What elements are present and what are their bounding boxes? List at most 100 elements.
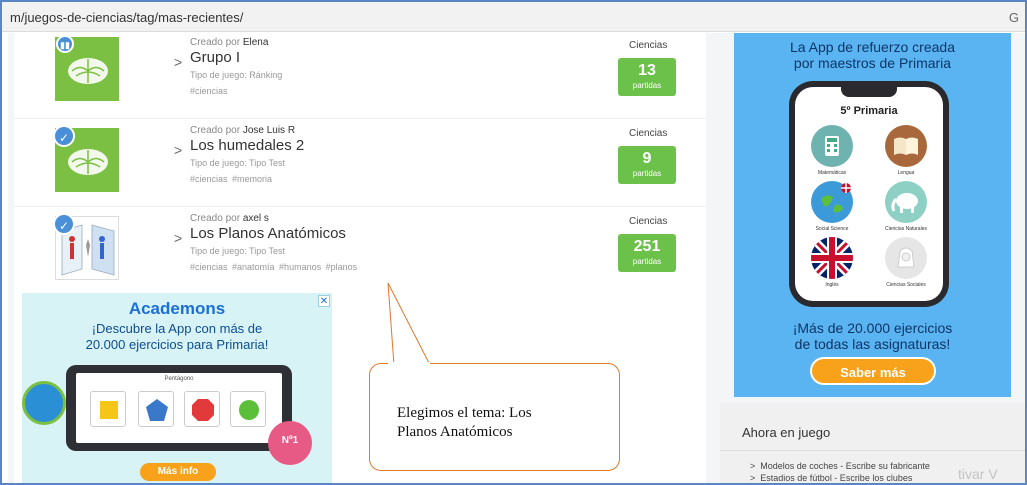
subject-social-science: Social Science bbox=[795, 181, 869, 232]
plays-label: partidas bbox=[632, 169, 662, 178]
chevron-right-icon: > bbox=[174, 142, 183, 158]
callout-pointer bbox=[387, 282, 431, 365]
ad-headline-line1: ¡Descubre la App con más de bbox=[91, 321, 263, 336]
plays-count: 251 bbox=[633, 238, 661, 255]
ad-headline-line2: 20.000 ejercicios para Primaria! bbox=[85, 337, 269, 352]
now-playing-item[interactable]: > Modelos de coches - Escribe su fabrica… bbox=[750, 461, 930, 471]
callout-text: Elegimos el tema: Los Planos Anatómicos bbox=[397, 404, 607, 442]
plays-label: partidas bbox=[632, 81, 662, 90]
callout-joint bbox=[388, 362, 430, 365]
globe-icon bbox=[811, 181, 853, 223]
url-text[interactable]: m/juegos-de-ciencias/tag/mas-recientes/ bbox=[10, 10, 243, 25]
app-ad-title: La App de refuerzo creada por maestros d… bbox=[734, 39, 1011, 71]
games-list: ▮▮ Creado por Elena > Grupo I Tipo de ju… bbox=[14, 33, 706, 483]
ranking-icon: ▮▮ bbox=[56, 35, 74, 53]
game-type: Tipo de juego: Tipo Test bbox=[190, 246, 286, 256]
chevron-right-icon: > bbox=[174, 54, 183, 70]
more-info-button[interactable]: Más info bbox=[140, 463, 216, 481]
now-playing-item-label[interactable]: Estadios de fútbol - Escribe los clubes bbox=[760, 473, 912, 483]
screenshot-frame: m/juegos-de-ciencias/tag/mas-recientes/ … bbox=[0, 0, 1027, 485]
game-category: Ciencias bbox=[629, 128, 668, 139]
phone-notch bbox=[841, 87, 897, 97]
subject-lengua: Lengua bbox=[869, 125, 943, 176]
browser-google-icon[interactable]: G bbox=[1009, 10, 1019, 25]
app-ad-title-line2: por maestros de Primaria bbox=[793, 55, 952, 71]
plays-label: partidas bbox=[632, 257, 662, 266]
tablet-illustration: Pentágono bbox=[66, 365, 292, 451]
game-meta: Creado por Elena > Grupo I Tipo de juego… bbox=[174, 37, 283, 96]
callout-box: Elegimos el tema: Los Planos Anatómicos bbox=[369, 363, 620, 471]
created-label: Creado por bbox=[190, 37, 241, 48]
activate-windows-watermark: tivar V bbox=[958, 466, 998, 482]
plays-count: 13 bbox=[638, 62, 656, 79]
divider bbox=[720, 450, 1025, 451]
elephant-icon bbox=[885, 181, 927, 223]
academons-ad[interactable]: ✕ Academons ¡Descubre la App con más de … bbox=[22, 293, 332, 483]
game-category: Ciencias bbox=[629, 40, 668, 51]
page: ▮▮ Creado por Elena > Grupo I Tipo de ju… bbox=[8, 33, 1025, 483]
circle-shape-icon bbox=[230, 391, 266, 427]
uk-flag-icon bbox=[811, 237, 853, 279]
game-tags[interactable]: #ciencias bbox=[190, 86, 282, 96]
game-thumbnail[interactable]: ✓ bbox=[53, 125, 119, 192]
author-name[interactable]: Elena bbox=[243, 37, 269, 48]
game-row[interactable]: ✓ Creado por Jose Luis R > Los humedales… bbox=[14, 121, 706, 207]
ad-headline: ¡Descubre la App con más de 20.000 ejerc… bbox=[22, 321, 332, 353]
subject-label: Ciencias Sociales bbox=[886, 282, 926, 288]
game-title[interactable]: Grupo I bbox=[190, 49, 282, 66]
learn-more-button[interactable]: Saber más bbox=[810, 357, 936, 385]
phone-screen: 5º Primaria Matemáticas Lengua Social Sc… bbox=[795, 87, 943, 301]
subject-label: Matemáticas bbox=[817, 170, 847, 176]
game-type: Tipo de juego: Ránking bbox=[190, 70, 283, 80]
plays-badge: 13 partidas bbox=[618, 58, 676, 96]
grade-label: 5º Primaria bbox=[840, 105, 898, 117]
subject-label: Lengua bbox=[897, 170, 915, 176]
address-bar[interactable]: m/juegos-de-ciencias/tag/mas-recientes/ … bbox=[2, 2, 1025, 32]
chevron-right-icon: > bbox=[174, 230, 183, 246]
tablet-screen: Pentágono bbox=[76, 373, 282, 443]
now-playing-title: Ahora en juego bbox=[742, 425, 831, 440]
subject-social-sciences: Ciencias Sociales bbox=[869, 237, 943, 288]
globe-icon bbox=[22, 381, 66, 425]
app-ad-subtitle-line1: ¡Más de 20.000 ejercicios bbox=[792, 320, 953, 336]
now-playing-item-label[interactable]: Modelos de coches - Escribe su fabricant… bbox=[760, 461, 930, 471]
game-tags[interactable]: #ciencias #anatomía #humanos #planos bbox=[190, 262, 357, 272]
subject-natural-science: Ciencias Naturales bbox=[869, 181, 943, 232]
created-label: Creado por bbox=[190, 125, 241, 136]
game-category: Ciencias bbox=[629, 216, 668, 227]
game-row[interactable]: ✓ Creado por axel s > Los Planos Anatómi… bbox=[14, 209, 706, 295]
now-playing-item[interactable]: > Estadios de fútbol - Escribe los clube… bbox=[750, 473, 912, 483]
author-name[interactable]: axel s bbox=[243, 213, 269, 224]
app-ad[interactable]: La App de refuerzo creada por maestros d… bbox=[734, 33, 1011, 397]
subject-english: Inglés bbox=[795, 237, 869, 288]
subject-label: Social Science bbox=[815, 226, 849, 232]
book-icon bbox=[885, 125, 927, 167]
plays-count: 9 bbox=[642, 150, 652, 167]
pentagon-shape-icon bbox=[138, 391, 174, 427]
subject-math: Matemáticas bbox=[795, 125, 869, 176]
tablet-label: Pentágono bbox=[164, 376, 194, 382]
plays-badge: 251 partidas bbox=[618, 234, 676, 272]
game-thumbnail[interactable]: ✓ bbox=[53, 213, 119, 280]
game-tags[interactable]: #ciencias #memoria bbox=[190, 174, 304, 184]
checkmark-icon: ✓ bbox=[53, 213, 75, 235]
created-by: Creado por Jose Luis R bbox=[190, 125, 304, 136]
app-ad-title-line1: La App de refuerzo creada bbox=[789, 39, 955, 55]
game-row[interactable]: ▮▮ Creado por Elena > Grupo I Tipo de ju… bbox=[14, 33, 706, 119]
game-title[interactable]: Los Planos Anatómicos bbox=[190, 225, 357, 242]
app-ad-subtitle: ¡Más de 20.000 ejercicios de todas las a… bbox=[734, 320, 1011, 352]
game-thumbnail[interactable]: ▮▮ bbox=[55, 35, 119, 101]
square-shape-icon bbox=[90, 391, 126, 427]
game-meta: Creado por Jose Luis R > Los humedales 2… bbox=[174, 125, 304, 184]
octagon-shape-icon bbox=[184, 391, 220, 427]
phone-illustration: 5º Primaria Matemáticas Lengua Social Sc… bbox=[789, 81, 949, 307]
created-by: Creado por Elena bbox=[190, 37, 282, 48]
callout-line2: Planos Anatómicos bbox=[397, 424, 513, 440]
game-title[interactable]: Los humedales 2 bbox=[190, 137, 304, 154]
calculator-icon bbox=[811, 125, 853, 167]
app-ad-subtitle-line2: de todas las asignaturas! bbox=[794, 336, 951, 352]
game-type: Tipo de juego: Tipo Test bbox=[190, 158, 286, 168]
author-name[interactable]: Jose Luis R bbox=[243, 125, 295, 136]
ad-logo: Academons bbox=[128, 299, 226, 318]
checkmark-icon: ✓ bbox=[53, 125, 75, 147]
